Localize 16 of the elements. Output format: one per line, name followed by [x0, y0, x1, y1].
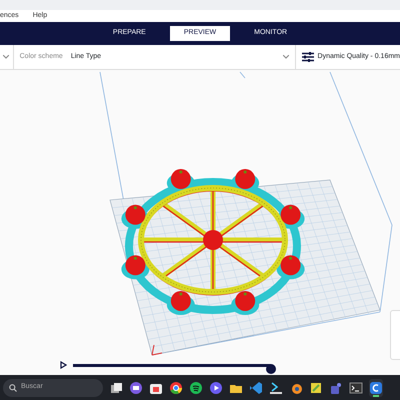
install-icon[interactable] [269, 380, 283, 394]
chat-icon[interactable] [129, 380, 143, 394]
windows-icon[interactable] [109, 380, 123, 394]
chevron-icon[interactable] [282, 55, 289, 59]
search-icon [9, 384, 17, 392]
settings-icon[interactable] [302, 52, 314, 62]
browser-icon[interactable] [169, 380, 183, 394]
terminal-icon[interactable] [349, 380, 363, 394]
code-editor-icon[interactable] [249, 380, 263, 394]
slicer-icon[interactable] [369, 380, 383, 394]
play-icon[interactable] [60, 361, 67, 369]
layer-slider[interactable] [73, 364, 276, 374]
sticky-note-icon[interactable] [309, 380, 323, 394]
chevron-icon[interactable] [3, 55, 10, 59]
play-circle-icon[interactable] [209, 380, 223, 394]
music-icon[interactable] [189, 380, 203, 394]
